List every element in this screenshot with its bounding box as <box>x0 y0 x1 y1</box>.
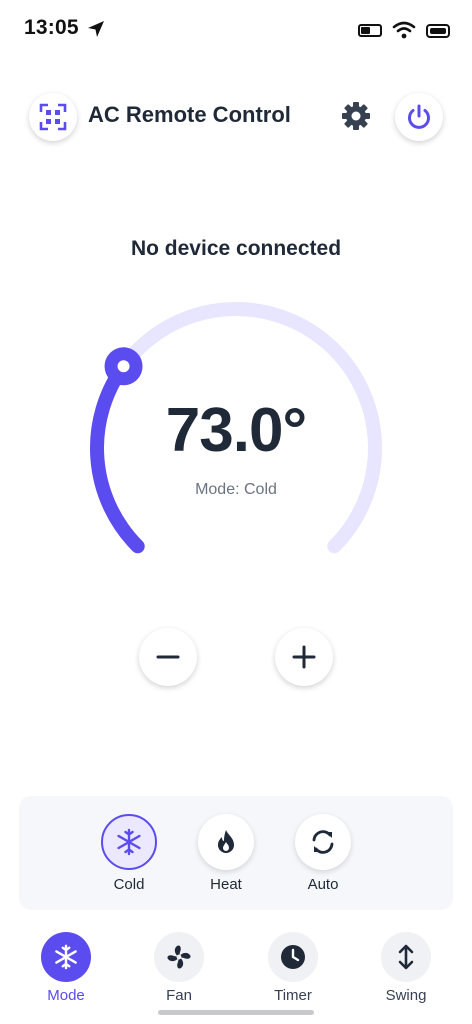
connection-status: No device connected <box>130 237 342 260</box>
minus-icon <box>156 655 180 659</box>
wifi-icon <box>392 21 416 39</box>
nav-item-label: Mode <box>47 987 85 1004</box>
power-button[interactable] <box>395 93 443 141</box>
nav-item-mode[interactable]: Mode <box>21 932 111 1004</box>
mode-option-label: Heat <box>210 876 242 893</box>
location-arrow-icon <box>88 21 104 37</box>
mode-option-label: Auto <box>307 876 339 893</box>
snowflake-icon <box>117 828 141 856</box>
mode-label: Mode: Cold <box>195 481 277 498</box>
gear-icon[interactable] <box>340 100 372 132</box>
qr-scan-icon <box>39 103 67 131</box>
nav-item-timer[interactable]: Timer <box>248 932 338 1004</box>
snowflake-icon <box>55 944 77 970</box>
fan-icon <box>167 945 191 969</box>
temperature-value: 73.0° <box>165 396 307 465</box>
dial-knob[interactable] <box>104 347 143 386</box>
nav-item-label: Timer <box>274 987 312 1004</box>
flame-icon <box>218 830 234 853</box>
refresh-icon <box>312 830 334 854</box>
nav-item-swing[interactable]: Swing <box>361 932 451 1004</box>
mode-option-heat[interactable]: Heat <box>186 814 266 893</box>
nav-item-label: Fan <box>166 987 192 1004</box>
plus-icon <box>292 645 316 669</box>
battery-saver-icon <box>358 24 382 37</box>
power-icon <box>408 104 430 129</box>
clock-icon <box>281 945 305 969</box>
battery-icon <box>426 24 450 38</box>
mode-option-cold[interactable]: Cold <box>89 814 169 893</box>
nav-item-label: Swing <box>385 987 427 1004</box>
swing-arrows-icon <box>398 944 414 970</box>
app-title: AC Remote Control <box>88 102 291 127</box>
increase-temp-button[interactable] <box>275 628 333 686</box>
decrease-temp-button[interactable] <box>139 628 197 686</box>
qr-scan-button[interactable] <box>29 93 77 141</box>
home-indicator <box>158 1010 314 1015</box>
nav-item-fan[interactable]: Fan <box>134 932 224 1004</box>
mode-option-label: Cold <box>113 876 145 893</box>
mode-option-auto[interactable]: Auto <box>283 814 363 893</box>
status-time: 13:05 <box>24 16 79 39</box>
